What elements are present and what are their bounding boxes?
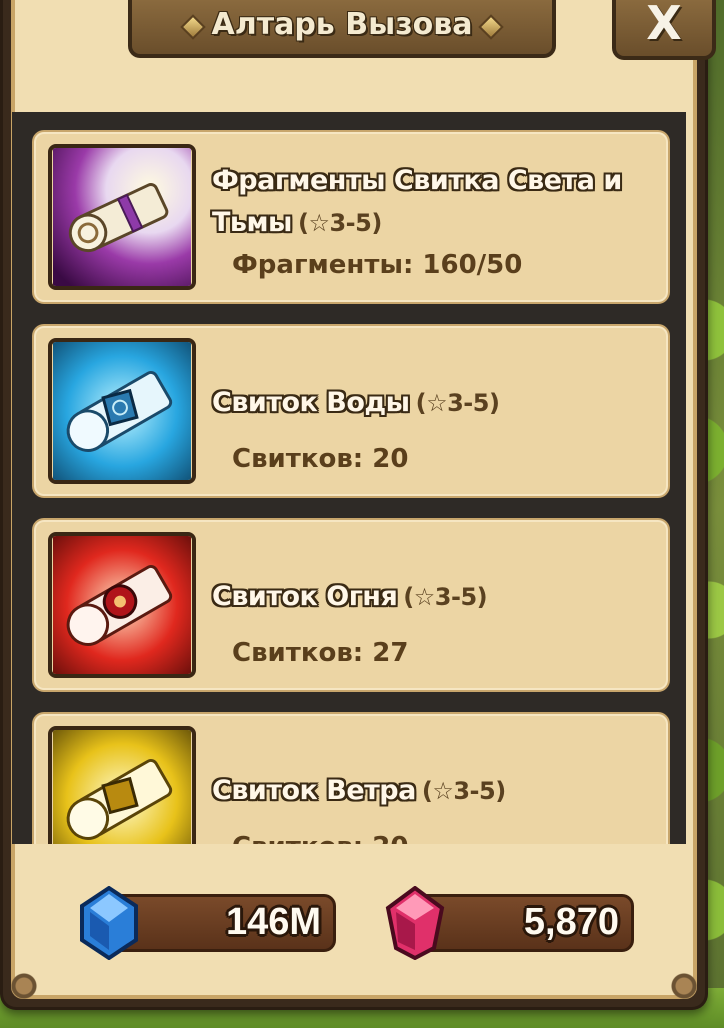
window-title-tab: Алтарь Вызова	[128, 0, 556, 58]
wind-scroll-icon	[48, 726, 196, 844]
close-icon: X	[646, 0, 682, 50]
fire-scroll-icon	[48, 532, 196, 678]
mana-crystal-icon	[78, 886, 140, 960]
currency-bar: 146M 5,870	[12, 864, 686, 974]
scroll-item-light-dark[interactable]: Фрагменты Свитка Света и Тьмы (☆3-5) Фраг…	[32, 130, 670, 304]
scroll-name: Свиток Воды	[212, 387, 410, 418]
scroll-count: Свитков: 27	[232, 638, 409, 668]
scroll-name: Свиток Ветра	[212, 775, 416, 806]
frame-corner-ornament	[667, 969, 701, 1003]
scroll-grade: (☆3-5)	[297, 209, 382, 237]
scroll-grade: (☆3-5)	[421, 777, 506, 805]
close-button[interactable]: X	[612, 0, 716, 60]
light-dark-scroll-icon	[48, 144, 196, 290]
scroll-count: Фрагменты: 160/50	[232, 250, 523, 280]
scroll-list[interactable]: Фрагменты Свитка Света и Тьмы (☆3-5) Фраг…	[12, 112, 686, 844]
frame-corner-ornament	[7, 969, 41, 1003]
water-scroll-icon	[48, 338, 196, 484]
diamond-ornament-icon	[179, 14, 206, 40]
mana-value: 146M	[225, 901, 321, 943]
scroll-name: Фрагменты Свитка Света и Тьмы	[212, 165, 622, 238]
scroll-item-fire[interactable]: Свиток Огня (☆3-5) Свитков: 27	[32, 518, 670, 692]
scroll-grade: (☆3-5)	[403, 583, 488, 611]
scroll-grade: (☆3-5)	[415, 389, 500, 417]
scroll-name: Свиток Огня	[212, 581, 398, 612]
window-title: Алтарь Вызова	[211, 6, 473, 42]
scroll-item-water[interactable]: Свиток Воды (☆3-5) Свитков: 20	[32, 324, 670, 498]
scroll-item-wind[interactable]: Свиток Ветра(☆3-5) Свитков: 20	[32, 712, 670, 844]
scroll-count: Свитков: 20	[232, 444, 409, 474]
diamond-ornament-icon	[478, 14, 505, 40]
crystal-value: 5,870	[523, 901, 619, 943]
crystal-icon	[384, 886, 446, 960]
scroll-count: Свитков: 20	[232, 832, 408, 844]
